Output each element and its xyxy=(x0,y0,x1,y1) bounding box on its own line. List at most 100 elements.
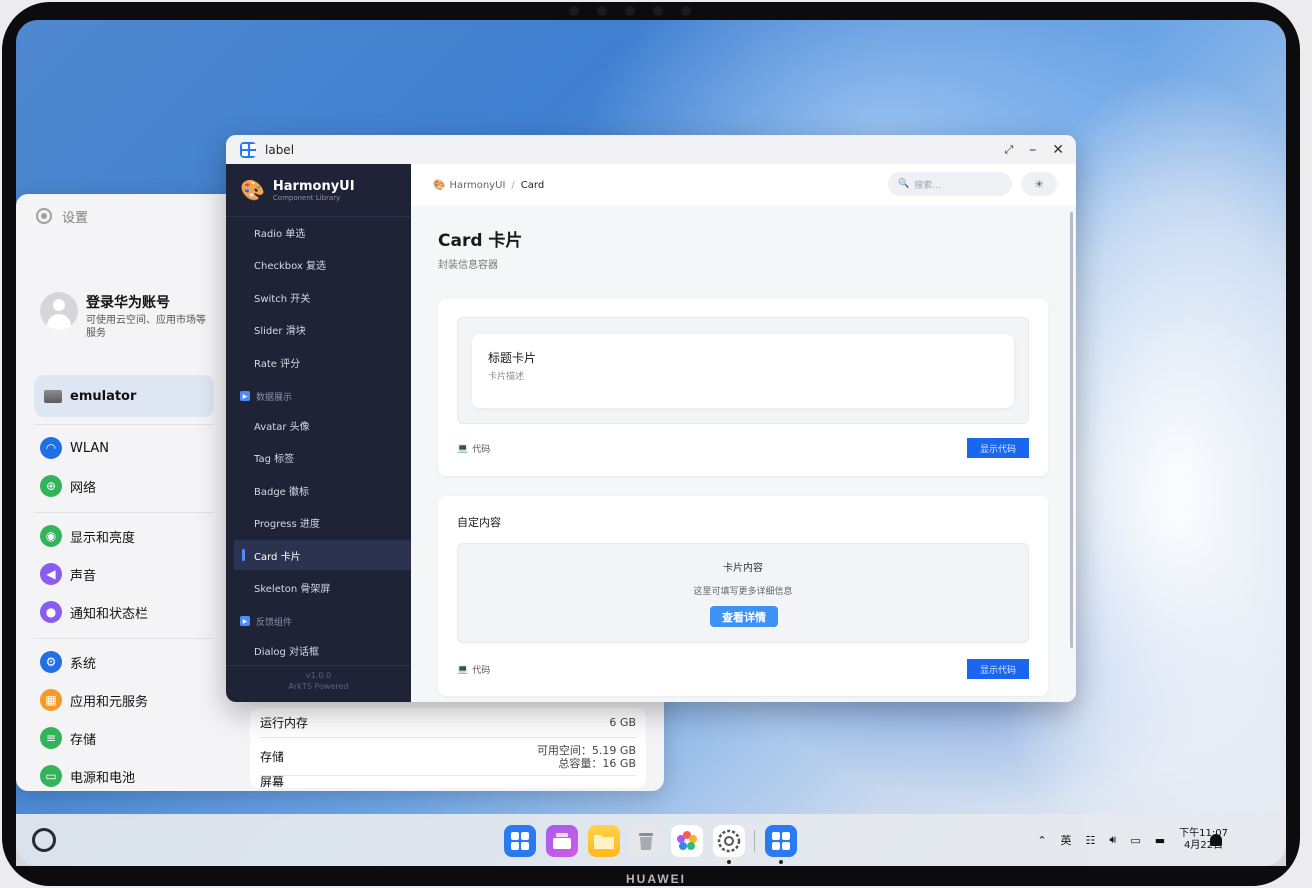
sidebar-item-tag[interactable]: Tag 标签 xyxy=(234,442,411,472)
avatar xyxy=(40,292,78,330)
search-icon: 🔍 xyxy=(898,179,910,189)
sidebar-item-avatar[interactable]: Avatar 头像 xyxy=(234,410,411,440)
sidebar-item-progress[interactable]: Progress 进度 xyxy=(234,507,411,537)
settings-item-label: 网络 xyxy=(70,480,97,496)
settings-item-wlan[interactable]: ◠ WLAN xyxy=(40,436,109,460)
demo-card-basic: 标题卡片 卡片描述 💻 代码 显示代码 xyxy=(438,299,1048,476)
settings-item-sound[interactable]: ◀ 声音 xyxy=(40,562,96,586)
settings-item-apps[interactable]: ▦ 应用和元服务 xyxy=(40,688,148,712)
settings-icon[interactable] xyxy=(713,825,745,857)
info-value: 可用空间：5.19 GB 总容量：16 GB xyxy=(537,744,636,770)
sensor-icon xyxy=(625,6,635,16)
sidebar-item-card[interactable]: Card 卡片 xyxy=(234,540,411,570)
volume-icon[interactable]: 🔊︎ xyxy=(1109,833,1116,847)
sidebar-item-checkbox[interactable]: Checkbox 复选 xyxy=(234,249,411,279)
harmonyui-icon[interactable] xyxy=(765,825,797,857)
sidebar-item-slider[interactable]: Slider 滑块 xyxy=(234,314,411,344)
account-title: 登录华为账号 xyxy=(86,295,170,311)
page-subtitle: 封装信息容器 xyxy=(438,260,498,271)
laptop-icon: 💻 xyxy=(457,443,469,454)
play-icon: ▶ xyxy=(240,391,250,401)
settings-item-storage[interactable]: ≡ 存储 xyxy=(40,726,96,750)
input-method-indicator[interactable]: 英 xyxy=(1061,832,1072,848)
window-titlebar[interactable]: label ⤢ – ✕ xyxy=(226,135,1076,164)
divider xyxy=(34,512,214,513)
close-icon[interactable]: ✕ xyxy=(1052,142,1064,158)
dock-separator xyxy=(754,830,755,852)
settings-item-display[interactable]: ◉ 显示和亮度 xyxy=(40,524,135,548)
info-label: 存储 xyxy=(260,750,285,764)
sidebar-item-dialog[interactable]: Dialog 对话框 xyxy=(234,635,411,665)
clipboard-icon[interactable]: ☷ xyxy=(1086,834,1096,847)
nav-group-data: ▶ 数据展示 xyxy=(240,386,292,406)
device-icon xyxy=(44,389,62,403)
show-code-button[interactable]: 显示代码 xyxy=(967,438,1029,458)
running-indicator xyxy=(779,860,783,864)
divider xyxy=(34,424,214,425)
breadcrumb-current: Card xyxy=(520,179,545,191)
gallery-icon[interactable] xyxy=(671,825,703,857)
sidebar-item-skeleton[interactable]: Skeleton 骨架屏 xyxy=(234,572,411,602)
app-icon xyxy=(240,141,256,158)
page-title: Card 卡片 xyxy=(438,231,523,251)
storage-total: 总容量：16 GB xyxy=(558,756,636,770)
settings-item-system[interactable]: ⚙ 系统 xyxy=(40,650,96,674)
notification-bell-icon[interactable] xyxy=(1210,834,1222,846)
sidebar-item-radio[interactable]: Radio 单选 xyxy=(234,217,411,247)
sidebar-item-badge[interactable]: Badge 徽标 xyxy=(234,475,411,505)
network-icon: ⊕ xyxy=(40,475,62,497)
sidebar-item-switch[interactable]: Switch 开关 xyxy=(234,282,411,312)
account-entry[interactable]: 登录华为账号 可使用云空间、应用市场等服务 xyxy=(40,292,214,340)
harmonyui-window[interactable]: label ⤢ – ✕ 🎨 HarmonyUI Component Librar… xyxy=(226,135,1076,702)
files-icon[interactable] xyxy=(588,825,620,857)
sidebar-item-rate[interactable]: Rate 评分 xyxy=(234,347,411,377)
battery-icon[interactable]: ▬ xyxy=(1155,834,1165,847)
view-details-button[interactable]: 查看详情 xyxy=(710,606,778,627)
eye-icon: ◉ xyxy=(40,525,62,547)
sidebar: 🎨 HarmonyUI Component Library Radio 单选 C… xyxy=(226,164,411,702)
demo-preview: 标题卡片 卡片描述 xyxy=(457,317,1029,424)
account-subtitle: 可使用云空间、应用市场等服务 xyxy=(86,315,206,339)
tablet-device: HUAWEI 设置 登录华为账号 可使用云空间、应用市场等服务 emulator xyxy=(0,0,1312,888)
storage-icon: ≡ xyxy=(40,727,62,749)
settings-item-notifications[interactable]: ● 通知和状态栏 xyxy=(40,600,148,624)
desktop: 设置 登录华为账号 可使用云空间、应用市场等服务 emulator ◠ WLAN… xyxy=(16,20,1286,866)
display-connect-icon[interactable]: ▭ xyxy=(1130,834,1140,847)
nav-group-feedback: ▶ 反馈组件 xyxy=(240,611,292,631)
info-row-screen: 屏幕 xyxy=(260,775,636,790)
main-content: 🎨 HarmonyUI / Card 🔍 搜索... ☀ Card 卡片 封装信… xyxy=(411,164,1076,702)
chevron-up-icon[interactable]: ⌃ xyxy=(1037,834,1046,847)
show-code-button[interactable]: 显示代码 xyxy=(967,659,1029,679)
home-button-icon[interactable] xyxy=(32,828,56,852)
trash-icon[interactable] xyxy=(630,825,662,857)
sun-icon: ☀ xyxy=(1034,177,1044,191)
play-icon: ▶ xyxy=(240,616,250,626)
settings-item-label: 通知和状态栏 xyxy=(70,606,149,622)
settings-gear-icon xyxy=(36,208,52,224)
settings-item-network[interactable]: ⊕ 网络 xyxy=(40,474,96,498)
settings-title: 设置 xyxy=(62,210,89,226)
sound-icon: ◀ xyxy=(40,563,62,585)
code-label-text: 代码 xyxy=(472,666,491,676)
restore-icon[interactable]: ⤢ xyxy=(1004,143,1013,157)
laptop-icon: 💻 xyxy=(457,664,469,675)
info-label: 运行内存 xyxy=(260,716,309,730)
device-info-panel: 运行内存 6 GB 存储 可用空间：5.19 GB 总容量：16 GB 屏幕 xyxy=(250,708,646,790)
scrollbar[interactable] xyxy=(1070,212,1073,648)
divider xyxy=(226,665,411,666)
app-center-icon[interactable] xyxy=(504,825,536,857)
breadcrumb-root[interactable]: HarmonyUI xyxy=(449,180,505,191)
minimize-icon[interactable]: – xyxy=(1029,142,1036,158)
demo-preview: 卡片内容 这里可填写更多详细信息 查看详情 xyxy=(457,543,1029,643)
settings-item-emulator[interactable]: emulator xyxy=(34,375,214,417)
settings-item-battery[interactable]: ▭ 电源和电池 xyxy=(40,764,135,788)
camera-icon xyxy=(653,6,663,16)
card-description: 卡片描述 xyxy=(488,372,525,382)
brand-tagline: Component Library xyxy=(272,193,341,202)
apps-icon: ▦ xyxy=(40,689,62,711)
multitask-icon[interactable] xyxy=(546,825,578,857)
settings-item-label: 声音 xyxy=(70,568,97,584)
card-title: 标题卡片 xyxy=(488,351,537,365)
search-input[interactable]: 🔍 搜索... xyxy=(888,172,1012,196)
theme-toggle-button[interactable]: ☀ xyxy=(1021,172,1057,196)
